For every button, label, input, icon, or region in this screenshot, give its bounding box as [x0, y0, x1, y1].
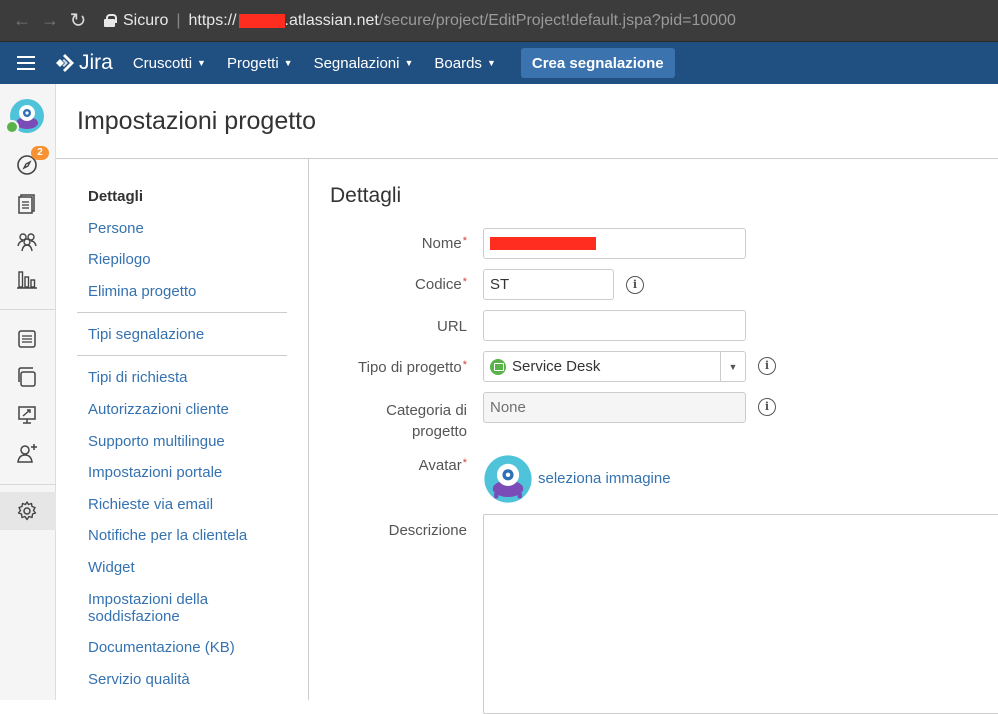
sidebar-item-summary[interactable]: Riepilogo — [88, 251, 151, 268]
sidebar-item-sla[interactable]: Servizio qualità — [88, 671, 190, 688]
description-textarea[interactable] — [483, 514, 998, 714]
rail-divider — [0, 484, 56, 485]
required-marker: * — [462, 276, 467, 288]
required-marker: * — [462, 359, 467, 371]
lock-icon — [104, 14, 117, 27]
sidebar-item-email-requests[interactable]: Richieste via email — [88, 496, 213, 513]
create-issue-button[interactable]: Crea segnalazione — [520, 48, 675, 78]
knowledge-base-icon[interactable] — [12, 324, 42, 354]
jira-header: Jira Cruscotti ▼ Progetti ▼ Segnalazioni ▼ … — [0, 42, 998, 84]
notification-badge: 2 — [31, 146, 49, 160]
section-title: Dettagli — [330, 184, 402, 207]
logo-text: Jira — [79, 51, 113, 74]
project-sidebar-rail: 2 — [0, 84, 56, 700]
sidebar-item-customer-notifications[interactable]: Notifiche per la clientela — [88, 527, 247, 544]
name-redaction — [490, 237, 596, 250]
menu-dashboards-label: Cruscotti — [132, 54, 193, 72]
chevron-down-icon: ▼ — [486, 58, 496, 68]
code-info-icon[interactable]: i — [626, 276, 644, 294]
menu-boards-label: Boards — [434, 54, 482, 72]
url-label: URL — [436, 318, 467, 335]
sidebar-item-details[interactable]: Dettagli — [88, 188, 143, 205]
sidebar-item-portal-settings[interactable]: Impostazioni portale — [88, 464, 222, 481]
chevron-down-icon: ▼ — [404, 58, 414, 68]
required-marker: * — [462, 235, 467, 247]
required-marker: * — [462, 457, 467, 469]
project-type-select[interactable]: Service Desk ▼ — [483, 351, 746, 382]
channels-icon[interactable] — [12, 400, 42, 430]
project-type-info-icon[interactable]: i — [758, 357, 776, 375]
sidebar-item-issue-types[interactable]: Tipi segnalazione — [88, 326, 204, 343]
menu-dashboards[interactable]: Cruscotti ▼ — [133, 55, 206, 72]
title-divider — [56, 158, 998, 159]
sidebar-divider — [77, 312, 287, 313]
avatar-label: Avatar* — [418, 457, 467, 474]
sidebar-item-satisfaction-settings[interactable]: Impostazioni della soddisfazione — [88, 591, 238, 625]
name-label: Nome* — [421, 235, 467, 252]
sidebar-item-people[interactable]: Persone — [88, 220, 144, 237]
page-title: Impostazioni progetto — [77, 107, 317, 135]
menu-boards[interactable]: Boards ▼ — [434, 55, 495, 72]
customers-icon[interactable] — [12, 226, 42, 256]
url-field[interactable] — [483, 310, 746, 341]
sidebar-item-delete-project[interactable]: Elimina progetto — [88, 283, 196, 300]
sidebar-item-request-types[interactable]: Tipi di richiesta — [88, 369, 187, 386]
description-label: Descrizione — [388, 522, 467, 539]
code-field[interactable]: ST — [483, 269, 614, 300]
menu-projects[interactable]: Progetti ▼ — [227, 55, 293, 72]
address-bar[interactable]: Sicuro | https:// .atlassian.net /secure… — [104, 12, 736, 30]
project-type-label: Tipo di progetto* — [358, 359, 467, 376]
chevron-down-icon: ▼ — [197, 58, 206, 68]
name-field[interactable] — [483, 228, 746, 259]
chevron-down-icon: ▼ — [283, 58, 293, 68]
hamburger-menu-icon[interactable] — [17, 56, 35, 70]
category-field: None — [483, 392, 746, 423]
secure-label: Sicuro — [123, 11, 169, 29]
menu-projects-label: Progetti — [226, 54, 279, 72]
raise-request-icon[interactable] — [12, 362, 42, 392]
menu-issues-label: Segnalazioni — [313, 54, 400, 72]
select-image-link[interactable]: seleziona immagine — [538, 470, 671, 487]
category-label: Categoria di progetto — [386, 402, 467, 440]
chevron-down-icon[interactable]: ▼ — [720, 352, 745, 381]
sidebar-item-widget[interactable]: Widget — [88, 559, 135, 576]
menu-issues[interactable]: Segnalazioni ▼ — [314, 55, 414, 72]
url-scheme: https:// — [188, 11, 237, 29]
project-type-value: Service Desk — [512, 358, 601, 375]
queues-icon[interactable] — [12, 188, 42, 218]
gear-icon[interactable] — [12, 496, 42, 526]
rail-divider — [0, 309, 56, 310]
service-desk-icon — [490, 358, 506, 375]
sidebar-item-language-support[interactable]: Supporto multilingue — [88, 433, 225, 450]
code-label: Codice* — [415, 276, 467, 293]
jira-logo-icon — [56, 54, 74, 72]
sidebar-divider — [77, 355, 287, 356]
project-avatar-icon[interactable] — [5, 98, 45, 134]
reports-icon[interactable] — [12, 264, 42, 294]
url-separator: | — [176, 11, 181, 29]
project-avatar-image — [484, 455, 532, 503]
url-path: /secure/project/EditProject!default.jspa… — [378, 11, 736, 29]
url-host: .atlassian.net — [284, 11, 379, 29]
category-info-icon[interactable]: i — [758, 398, 776, 416]
jira-logo[interactable]: Jira — [55, 51, 113, 75]
back-icon[interactable]: ← — [8, 10, 36, 31]
column-divider — [308, 159, 309, 700]
forward-icon[interactable]: → — [36, 10, 64, 31]
reload-icon[interactable]: ↻ — [64, 8, 92, 33]
sidebar-item-customer-permissions[interactable]: Autorizzazioni cliente — [88, 401, 229, 418]
url-redaction — [238, 13, 285, 28]
browser-toolbar: ← → ↻ Sicuro | https:// .atlassian.net /… — [0, 0, 998, 42]
invite-team-icon[interactable] — [12, 438, 42, 468]
sidebar-item-knowledge-base[interactable]: Documentazione (KB) — [88, 639, 235, 656]
